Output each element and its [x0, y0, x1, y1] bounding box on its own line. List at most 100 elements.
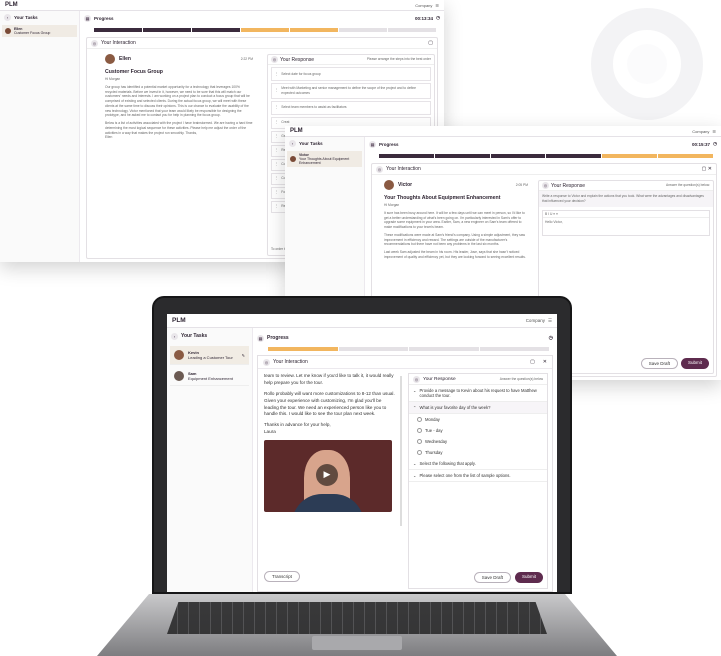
expand-icon[interactable]: ▢ — [428, 40, 433, 46]
message-time: 2:22 PM — [240, 56, 253, 61]
tasks-sidebar: ‹ Your Tasks Ellen Customer Focus Group — [0, 11, 80, 262]
company-label: Company — [415, 2, 433, 8]
task-item-kevin[interactable]: Kevin Leading a Customer Tour ✎ — [170, 346, 249, 365]
drag-handle-icon: ⋮ — [275, 134, 279, 139]
message-top: team to review. Let me know if you'd lik… — [264, 373, 394, 385]
option-item[interactable]: Thursday — [409, 447, 547, 458]
laptop-trackpad — [312, 636, 402, 650]
app-name: PLM — [290, 128, 303, 134]
avatar — [174, 350, 184, 360]
progress-label: Progress — [267, 335, 289, 341]
question-1-text: Provide a message to Kevin about his req… — [419, 388, 537, 398]
chat-icon: ◎ — [376, 165, 383, 173]
progress-icon: ▤ — [257, 334, 264, 342]
text-editor[interactable]: B I U ≡ ≡ Hello Victor, — [542, 209, 710, 236]
option-label: Thursday — [425, 450, 443, 455]
top-bar: PLM Company ☰ — [167, 314, 557, 328]
message-body: team to review. Let me know if you'd lik… — [264, 373, 396, 549]
option-item[interactable]: Monday — [409, 414, 547, 425]
expand-icon[interactable]: ▢ — [530, 359, 535, 365]
video-person-shirt — [292, 494, 364, 513]
transcript-button[interactable]: Transcript — [264, 571, 300, 582]
play-icon[interactable]: ▶ — [316, 464, 338, 487]
sender-name: Victor — [398, 182, 413, 188]
back-icon[interactable]: ‹ — [171, 332, 178, 340]
step-item[interactable]: ⋮ Select date for focus group — [271, 67, 431, 81]
chat-icon: ◎ — [263, 358, 270, 366]
option-label: Wednesday — [425, 439, 448, 444]
radio-button[interactable] — [417, 428, 422, 433]
task-item-victor[interactable]: Victor Your Thoughts About Equipment Enha… — [287, 151, 362, 167]
task-subtitle: Equipment Enhancement — [188, 376, 233, 381]
close-icon[interactable]: ✕ — [543, 359, 547, 365]
editor-content[interactable]: Hello Victor, — [543, 218, 709, 227]
message-body-2: These modifications were made at Sam's f… — [384, 232, 526, 247]
radio-button[interactable] — [417, 417, 422, 422]
submit-button[interactable]: Submit — [680, 358, 709, 369]
expand-icon[interactable]: ▢ — [702, 166, 707, 172]
radio-button[interactable] — [417, 439, 422, 444]
message-body-1: It sure has been busy around here. It wi… — [384, 210, 525, 230]
laptop-screen: PLM Company ☰ ‹ Your Tasks Kevin Leading a … — [167, 314, 557, 592]
question-1[interactable]: ⌄ Provide a message to Kevin about his re… — [409, 385, 547, 402]
step-item[interactable]: ⋮ Select team members to assist as facili… — [271, 100, 431, 115]
back-icon[interactable]: ‹ — [4, 14, 11, 21]
tasks-heading: Your Tasks — [14, 15, 38, 20]
progress-header: ▤ Progress ◷ — [257, 332, 553, 344]
message-signoff: Ellen — [105, 135, 113, 140]
response-heading: Your Response — [551, 182, 586, 189]
task-subtitle: Customer Focus Group — [14, 31, 51, 35]
chat-icon: ◎ — [91, 39, 98, 47]
interaction-heading: Your Interaction — [386, 166, 421, 172]
laptop-mockup: PLM Company ☰ ‹ Your Tasks Kevin Leading a … — [97, 296, 617, 656]
option-item[interactable]: Wednesday — [409, 436, 547, 447]
save-draft-button[interactable]: Save Draft — [640, 358, 678, 369]
clock-icon: ◷ — [436, 15, 440, 20]
message-time: 2:05 PM — [515, 182, 528, 187]
company-menu[interactable]: Company ☰ — [415, 3, 439, 8]
question-4[interactable]: ⌄ Please select one from the list of samp… — [409, 470, 547, 482]
question-3[interactable]: ⌄ Select the following that apply. — [409, 458, 547, 470]
task-item-ellen[interactable]: Ellen Customer Focus Group — [2, 25, 77, 37]
app-name: PLM — [172, 317, 186, 324]
menu-icon: ☰ — [712, 128, 716, 134]
chevron-down-icon: ⌄ — [413, 388, 417, 393]
company-label: Company — [692, 128, 710, 134]
back-icon[interactable]: ‹ — [289, 140, 296, 147]
progress-label: Progress — [379, 141, 399, 147]
company-menu[interactable]: Company ☰ — [692, 129, 716, 134]
clock-icon: ◷ — [548, 335, 553, 341]
option-label: Monday — [425, 417, 440, 422]
radio-button[interactable] — [417, 450, 422, 455]
app-name: PLM — [5, 2, 18, 8]
company-menu[interactable]: Company ☰ — [526, 318, 552, 324]
scrollbar[interactable] — [400, 376, 402, 526]
progress-header: ▤ Progress 00:15:37 ◷ — [369, 139, 717, 149]
response-panel: ◎ Your Response Answer the question(s) be… — [408, 373, 548, 589]
drag-handle-icon: ⋮ — [275, 71, 279, 76]
sender-avatar — [384, 180, 394, 190]
response-heading: Your Response — [423, 376, 456, 382]
message-greeting: Hi Morgan — [384, 203, 400, 207]
save-draft-button[interactable]: Save Draft — [473, 572, 511, 583]
question-2[interactable]: ⌃ What is your favorite day of the week? — [409, 402, 547, 414]
submit-button[interactable]: Submit — [514, 572, 543, 583]
menu-icon: ☰ — [435, 2, 439, 8]
question-3-text: Select the following that apply. — [419, 461, 476, 466]
drag-handle-icon: ⋮ — [275, 190, 279, 195]
response-icon: ◎ — [271, 56, 278, 63]
progress-bar — [268, 347, 549, 351]
close-icon[interactable]: ✕ — [708, 166, 712, 172]
task-item-sam[interactable]: Sam Equipment Enhancement — [170, 367, 249, 386]
video-player[interactable]: ▶ — [264, 440, 392, 513]
company-label: Company — [525, 318, 545, 323]
question-text: Write a response to Victor and explain t… — [539, 191, 713, 207]
chevron-down-icon: ⌄ — [413, 473, 417, 478]
step-item[interactable]: ⋮ Meet with Marketing and senior manageme… — [271, 83, 431, 99]
step-label: Select date for focus group — [281, 71, 321, 76]
question-4-text: Please select one from the list of sampl… — [419, 473, 511, 478]
option-item[interactable]: Tue - day — [409, 425, 547, 436]
drag-handle-icon: ⋮ — [275, 162, 279, 167]
editor-toolbar[interactable]: B I U ≡ ≡ — [543, 211, 709, 219]
message-subject: Customer Focus Group — [105, 69, 163, 75]
